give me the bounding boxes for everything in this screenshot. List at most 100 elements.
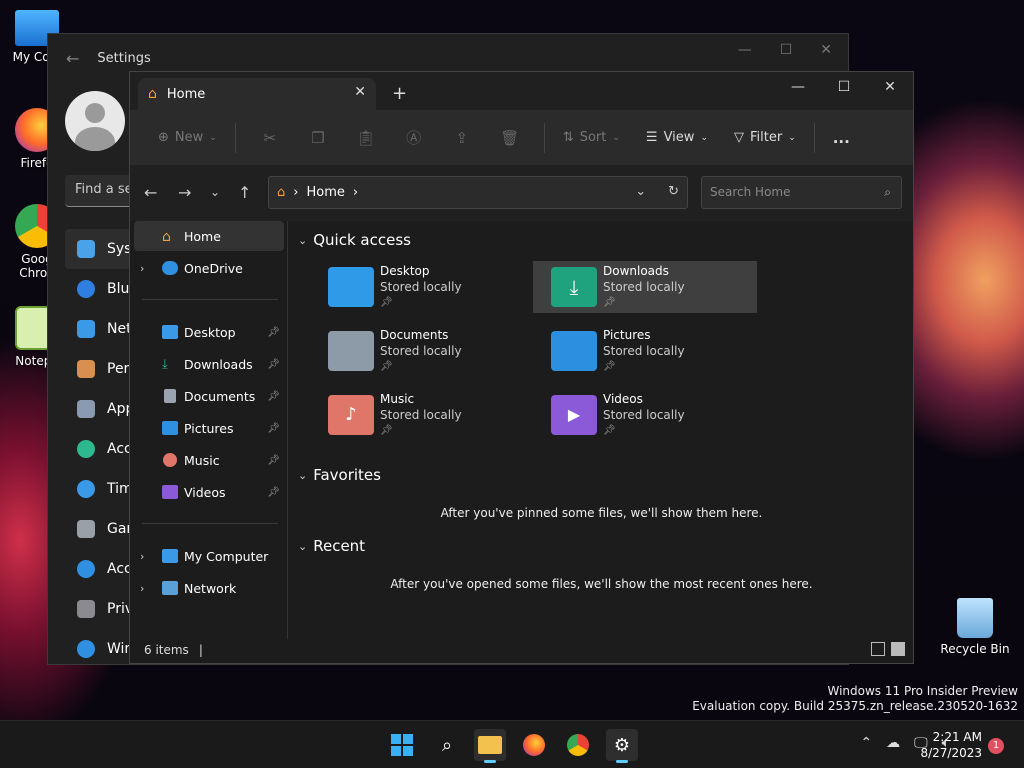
pin-icon: 📌︎ [267, 486, 280, 498]
copy-icon[interactable]: ❐ [294, 121, 342, 155]
home-icon: ⌂ [148, 86, 157, 102]
section-quick-access[interactable]: ⌄ Quick access [298, 231, 411, 249]
divider [142, 523, 278, 524]
nav-item-documents[interactable]: Documents 📌︎ [130, 381, 286, 411]
clock[interactable]: 2:21 AM 8/27/2023 [920, 729, 982, 761]
cut-icon[interactable]: ✂ [246, 121, 294, 155]
paste-icon[interactable]: 📋︎ [342, 121, 390, 155]
maximize-icon[interactable]: ☐ [780, 42, 793, 58]
back-icon[interactable]: ← [144, 183, 157, 202]
nav-item-videos[interactable]: Videos 📌︎ [130, 477, 286, 507]
pin-icon: 📌︎ [267, 454, 280, 466]
chevron-down-icon: ⌄ [298, 539, 308, 553]
search-icon[interactable]: ⌕ [431, 729, 463, 761]
tiles-view-icon[interactable] [891, 642, 905, 656]
recent-empty-message: After you've opened some files, we'll sh… [390, 577, 813, 591]
divider [813, 122, 815, 153]
new-button[interactable]: ⊕ New ⌄ [150, 121, 225, 155]
start-icon[interactable] [386, 729, 418, 761]
recycle-bin-icon [957, 598, 993, 638]
notification-badge[interactable]: 1 [988, 738, 1004, 754]
nav-item-network[interactable]: › Network [130, 573, 286, 603]
maximize-icon[interactable]: ☐ [821, 72, 867, 102]
quick-access-item-videos[interactable]: ▶ Videos Stored locally 📌︎ [533, 389, 757, 441]
close-icon[interactable]: ✕ [820, 42, 832, 58]
firefox-icon[interactable] [518, 729, 550, 761]
chevron-right-icon[interactable]: › [140, 262, 156, 275]
tab-bar: ⌂ Home ✕ + — ☐ ✕ [130, 72, 913, 110]
section-favorites[interactable]: ⌄ Favorites [298, 466, 381, 484]
up-icon[interactable]: ↑ [238, 183, 251, 202]
rename-icon[interactable]: Ⓐ [390, 121, 438, 155]
videos-folder-icon: ▶ [551, 395, 597, 435]
pictures-folder-icon [551, 331, 597, 371]
content-pane: ⌄ Quick access Desktop Stored locally 📌︎… [290, 221, 913, 639]
quick-access-item-music[interactable]: ♪ Music Stored locally 📌︎ [310, 389, 534, 441]
search-icon: ⌕ [884, 185, 891, 199]
share-icon[interactable]: ⇪ [438, 121, 486, 155]
nav-item-pictures[interactable]: Pictures 📌︎ [130, 413, 286, 443]
nav-item-my-computer[interactable]: › My Computer [130, 541, 286, 571]
delete-icon[interactable]: 🗑︎ [486, 121, 534, 155]
quick-access-item-desktop[interactable]: Desktop Stored locally 📌︎ [310, 261, 534, 313]
see-more-button[interactable]: ... [825, 121, 858, 155]
pin-icon: 📌︎ [267, 358, 280, 370]
desktop-folder-icon [162, 325, 178, 339]
desktop-icon-recycle-bin[interactable]: Recycle Bin [940, 598, 1010, 656]
quick-access-item-documents[interactable]: Documents Stored locally 📌︎ [310, 325, 534, 377]
address-bar[interactable]: ⌂ › Home › ⌄ ↻ [268, 176, 688, 209]
system-icon [77, 240, 95, 258]
nav-item-desktop[interactable]: Desktop 📌︎ [130, 317, 286, 347]
details-view-icon[interactable] [871, 642, 885, 656]
nav-item-onedrive[interactable]: › OneDrive [130, 253, 286, 283]
view-button[interactable]: ☰ View ⌄ [638, 121, 716, 155]
evaluation-watermark: Windows 11 Pro Insider Preview Evaluatio… [692, 684, 1018, 713]
chevron-up-icon[interactable]: ⌃ [860, 735, 872, 751]
taskbar: ⌕ ⚙ ⌃ ☁ 🖵︎ 🔈︎ 2:21 AM 8/27/2023 1 [0, 720, 1024, 768]
update-icon [77, 640, 95, 658]
chevron-right-icon[interactable]: › [140, 582, 156, 595]
gamepad-icon [77, 520, 95, 538]
back-arrow-icon[interactable]: ← [66, 49, 79, 68]
minimize-icon[interactable]: — [775, 72, 821, 102]
quick-access-item-pictures[interactable]: Pictures Stored locally 📌︎ [533, 325, 757, 377]
pin-icon: 📌︎ [603, 425, 616, 436]
breadcrumb-chevron-icon[interactable]: › [353, 185, 358, 200]
minimize-icon[interactable]: — [738, 42, 752, 58]
file-explorer-icon[interactable] [474, 729, 506, 763]
new-tab-button[interactable]: + [392, 83, 407, 104]
tab-home[interactable]: ⌂ Home ✕ [138, 78, 376, 110]
refresh-icon[interactable]: ↻ [668, 184, 679, 199]
wifi-icon [77, 320, 95, 338]
divider [543, 122, 545, 153]
nav-item-music[interactable]: Music 📌︎ [130, 445, 286, 475]
chevron-down-icon: ⌄ [788, 132, 796, 143]
chevron-down-icon: ⌄ [298, 468, 308, 482]
breadcrumb-home[interactable]: Home [306, 185, 344, 200]
nav-item-home[interactable]: ⌂ Home [134, 221, 284, 251]
settings-gear-icon[interactable]: ⚙ [606, 729, 638, 763]
avatar[interactable] [65, 91, 125, 151]
favorites-empty-message: After you've pinned some files, we'll sh… [440, 506, 763, 520]
chevron-down-icon: ⌄ [298, 233, 308, 247]
apps-icon [77, 400, 95, 418]
music-folder-icon: ♪ [328, 395, 374, 435]
address-row: ← → ⌄ ↑ ⌂ › Home › ⌄ ↻ Search Home ⌕ [130, 165, 913, 221]
section-recent[interactable]: ⌄ Recent [298, 537, 365, 555]
chrome-icon[interactable] [562, 729, 594, 761]
sort-button[interactable]: ⇅ Sort ⌄ [555, 121, 628, 155]
recent-locations-icon[interactable]: ⌄ [210, 185, 220, 199]
nav-item-downloads[interactable]: ⤓ Downloads 📌︎ [130, 349, 286, 379]
filter-button[interactable]: ▽ Filter ⌄ [726, 121, 804, 155]
search-input[interactable]: Search Home ⌕ [701, 176, 902, 209]
address-dropdown-icon[interactable]: ⌄ [635, 184, 646, 199]
chevron-right-icon[interactable]: › [140, 550, 156, 563]
plus-circle-icon: ⊕ [158, 130, 169, 145]
close-tab-icon[interactable]: ✕ [354, 84, 366, 100]
view-toggles [871, 642, 905, 656]
close-icon[interactable]: ✕ [867, 72, 913, 102]
chevron-down-icon: ⌄ [209, 132, 217, 143]
onedrive-cloud-icon[interactable]: ☁ [886, 735, 900, 751]
quick-access-item-downloads[interactable]: ⤓ Downloads Stored locally 📌︎ [533, 261, 757, 313]
forward-icon[interactable]: → [178, 183, 191, 202]
